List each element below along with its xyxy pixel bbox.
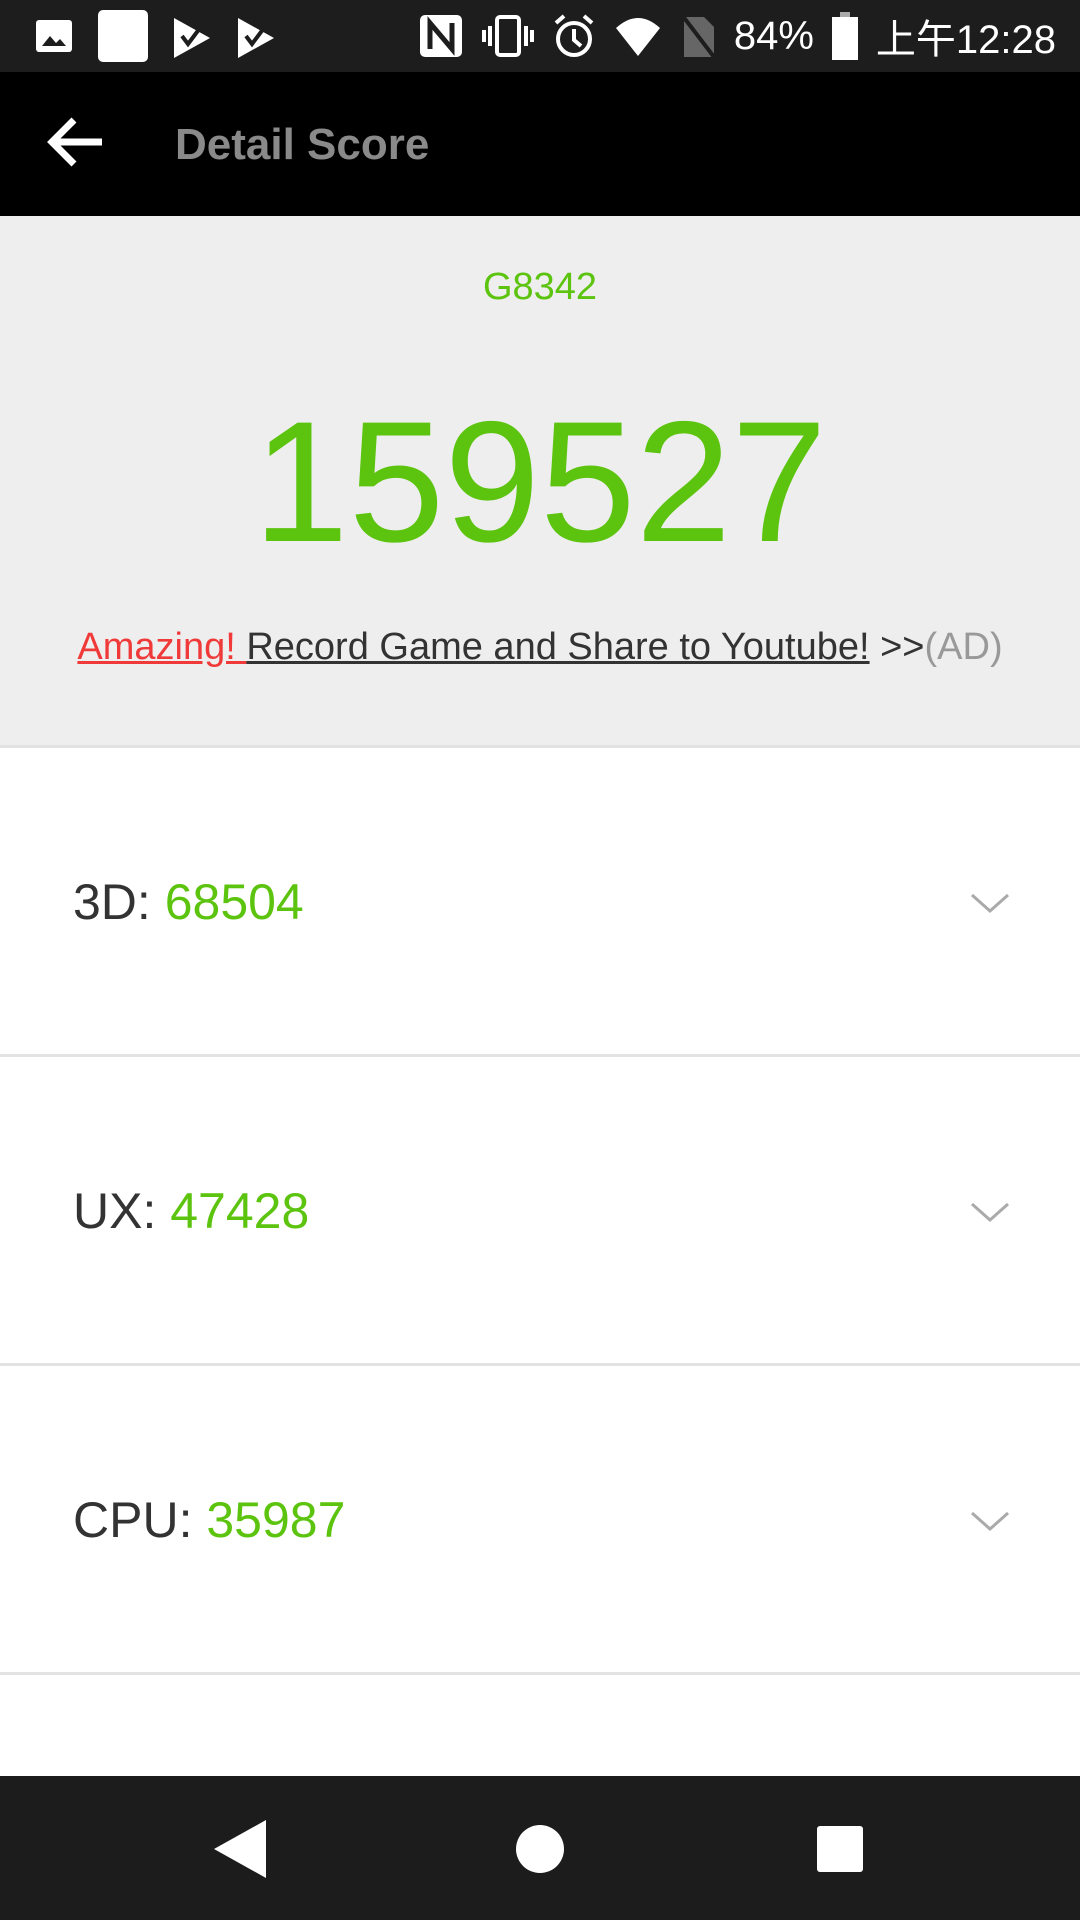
ad-tag: (AD)	[924, 626, 1003, 668]
score-summary: G8342 159527 Amazing! Record Game and Sh…	[0, 216, 1080, 748]
chevron-down-icon[interactable]	[970, 1501, 1010, 1541]
check-app-icon	[238, 18, 274, 58]
score-value: 35987	[206, 1492, 346, 1548]
alarm-icon	[554, 14, 594, 57]
vibrate-icon	[481, 15, 534, 57]
score-label: CPU:	[73, 1492, 207, 1548]
device-model: G8342	[482, 266, 598, 308]
app-bar: Detail Score	[0, 72, 1080, 216]
page-title: Detail Score	[175, 120, 430, 169]
nfc-icon	[419, 15, 462, 57]
check-app-icon	[174, 18, 210, 58]
status-bar: 84% 上午12:28	[0, 0, 1080, 72]
nav-back-icon[interactable]	[214, 1820, 266, 1878]
no-sim-icon	[680, 13, 716, 59]
score-row-ux[interactable]: UX: 47428	[0, 1057, 1080, 1366]
ad-link[interactable]: Record Game and Share to Youtube!	[246, 626, 869, 668]
ad-highlight[interactable]: Amazing!	[77, 626, 246, 668]
navigation-bar	[0, 1776, 1080, 1920]
image-icon	[36, 20, 72, 52]
ad-arrows: >>	[869, 626, 925, 668]
nav-recents-icon[interactable]	[817, 1826, 863, 1872]
ad-banner[interactable]: Amazing! Record Game and Share to Youtub…	[0, 626, 1080, 669]
clock: 上午12:28	[875, 18, 1056, 62]
battery-percent: 84%	[733, 13, 814, 58]
chevron-down-icon[interactable]	[970, 883, 1010, 923]
score-value: 47428	[170, 1183, 310, 1239]
chevron-down-icon[interactable]	[970, 1192, 1010, 1232]
score-row-3d[interactable]: 3D: 68504	[0, 748, 1080, 1057]
score-label: 3D:	[73, 874, 165, 930]
blank-notification-icon	[98, 10, 148, 62]
wifi-icon	[615, 18, 660, 56]
score-value: 68504	[164, 874, 304, 930]
score-row-cpu[interactable]: CPU: 35987	[0, 1366, 1080, 1675]
battery-icon	[831, 12, 858, 60]
total-score: 159527	[253, 386, 827, 578]
nav-home-icon[interactable]	[515, 1824, 565, 1874]
back-arrow-icon[interactable]	[44, 110, 108, 174]
score-label: UX:	[73, 1183, 171, 1239]
